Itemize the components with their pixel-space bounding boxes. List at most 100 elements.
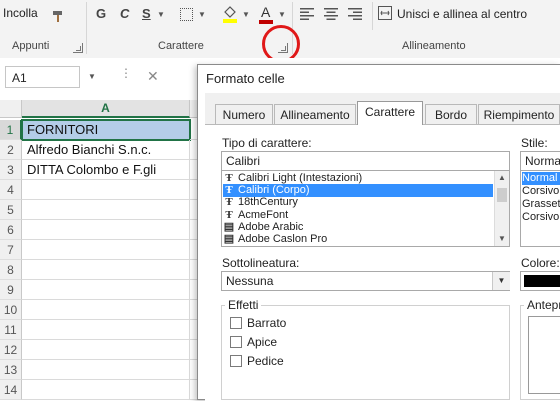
chevron-down-icon[interactable]: ▼ [88, 72, 96, 81]
style-list-item[interactable]: Corsivo [522, 185, 560, 198]
row-header[interactable]: 13 [0, 360, 22, 380]
tab-allineamento[interactable]: Allineamento [274, 104, 356, 124]
opentype-font-icon: ▤ [223, 233, 235, 245]
clipboard-launcher-icon[interactable] [73, 43, 83, 53]
cell-a2[interactable]: Alfredo Bianchi S.n.c. [22, 140, 190, 160]
font-list-item-label: AcmeFont [238, 208, 289, 221]
truetype-font-icon: Ŧ [225, 184, 233, 197]
cell-a7[interactable] [22, 240, 190, 260]
cell-a13[interactable] [22, 360, 190, 380]
font-list[interactable]: Ŧ Calibri Light (Intestazioni) Ŧ Calibri (C… [221, 170, 510, 247]
tab-numero[interactable]: Numero [215, 104, 273, 124]
row-header[interactable]: 8 [0, 260, 22, 280]
effect-barrato-label[interactable]: Barrato [247, 316, 286, 330]
cell-a8[interactable] [22, 260, 190, 280]
align-left-icon[interactable] [300, 8, 314, 23]
tab-bordo[interactable]: Bordo [425, 104, 477, 124]
opentype-font-icon: ▤ [223, 220, 235, 233]
row-header[interactable]: 7 [0, 240, 22, 260]
style-input[interactable]: Normal [520, 151, 560, 171]
row-header[interactable]: 6 [0, 220, 22, 240]
group-divider [86, 2, 87, 54]
cell-a12[interactable] [22, 340, 190, 360]
style-list-item[interactable]: Normal [522, 172, 560, 185]
style-label: Stile: [521, 136, 548, 150]
font-list-item[interactable]: Ŧ Calibri (Corpo) [223, 184, 493, 198]
font-color-icon[interactable]: A [258, 3, 274, 25]
scroll-thumb[interactable] [497, 188, 507, 202]
row-header[interactable]: 1 [0, 120, 22, 140]
align-center-icon[interactable] [324, 8, 338, 23]
row-header[interactable]: 11 [0, 320, 22, 340]
effect-pedice-checkbox[interactable] [230, 355, 242, 367]
column-header-a[interactable]: A [22, 100, 190, 118]
fill-color-icon[interactable] [222, 4, 238, 24]
svg-text:A: A [261, 4, 271, 20]
font-list-item[interactable]: Ŧ Calibri Light (Intestazioni) [223, 172, 493, 185]
font-group-label: Carattere [158, 40, 204, 52]
scroll-down-icon[interactable]: ▼ [495, 232, 509, 246]
row-header[interactable]: 12 [0, 340, 22, 360]
font-list-item[interactable]: ▤ Adobe Caslon Pro [223, 233, 493, 246]
merge-center-button[interactable]: Unisci e allinea al centro [397, 7, 527, 21]
chevron-down-icon[interactable]: ▼ [278, 10, 286, 19]
name-box[interactable]: A1 [5, 66, 80, 88]
color-select[interactable] [520, 271, 560, 291]
effect-pedice-label[interactable]: Pedice [247, 354, 284, 368]
cell-a5[interactable] [22, 200, 190, 220]
font-list-item-label: Adobe Arabic [238, 220, 304, 233]
row-header[interactable]: 4 [0, 180, 22, 200]
font-list-item[interactable]: Ŧ AcmeFont [223, 209, 493, 222]
style-list[interactable]: Normal Corsivo Grasset Corsivo [520, 170, 560, 247]
row-header[interactable]: 3 [0, 160, 22, 180]
cell-a10[interactable] [22, 300, 190, 320]
font-list-item[interactable]: Ŧ 18thCentury [223, 196, 493, 209]
dialog-title: Formato celle [198, 65, 560, 93]
tab-riempimento[interactable]: Riempimento [478, 104, 560, 124]
underline-select[interactable]: Nessuna [221, 271, 510, 291]
chevron-down-icon[interactable]: ▼ [492, 272, 510, 290]
color-swatch [524, 275, 560, 287]
effect-apice-label[interactable]: Apice [247, 335, 277, 349]
row-header[interactable]: 9 [0, 280, 22, 300]
font-list-scrollbar[interactable]: ▲ ▼ [494, 171, 509, 246]
cell-a14[interactable] [22, 380, 190, 400]
row-header[interactable]: 14 [0, 380, 22, 400]
cell-a6[interactable] [22, 220, 190, 240]
cell-a9[interactable] [22, 280, 190, 300]
select-all-corner[interactable] [0, 100, 22, 118]
font-input[interactable]: Calibri [221, 151, 510, 171]
font-label: Tipo di carattere: [222, 136, 312, 150]
borders-icon[interactable] [180, 8, 193, 21]
italic-button[interactable]: C [120, 6, 129, 21]
style-list-item[interactable]: Grasset [522, 198, 560, 211]
cell-a4[interactable] [22, 180, 190, 200]
effect-barrato-checkbox[interactable] [230, 317, 242, 329]
chevron-down-icon[interactable]: ▼ [157, 10, 165, 19]
paste-button[interactable]: Incolla [3, 6, 38, 20]
chevron-down-icon[interactable]: ▼ [198, 10, 206, 19]
style-list-item[interactable]: Corsivo [522, 211, 560, 224]
format-painter-icon[interactable] [52, 10, 66, 24]
preview-box [528, 316, 560, 394]
font-list-item[interactable]: ▤ Adobe Arabic [223, 221, 493, 234]
truetype-font-icon: Ŧ [225, 196, 233, 209]
font-list-item-label: Calibri (Corpo) [238, 184, 310, 197]
align-right-icon[interactable] [348, 8, 362, 23]
merge-center-icon[interactable] [378, 6, 392, 23]
row-header[interactable]: 10 [0, 300, 22, 320]
row-header[interactable]: 2 [0, 140, 22, 160]
scroll-up-icon[interactable]: ▲ [495, 171, 509, 185]
cell-a3[interactable]: DITTA Colombo e F.gli [22, 160, 190, 180]
bold-button[interactable]: G [96, 6, 106, 21]
cancel-icon[interactable]: ✕ [147, 68, 159, 85]
cell-a11[interactable] [22, 320, 190, 340]
preview-label: Antepr [524, 298, 560, 312]
tab-carattere[interactable]: Carattere [357, 101, 423, 125]
row-header[interactable]: 5 [0, 200, 22, 220]
chevron-down-icon[interactable]: ▼ [242, 10, 250, 19]
truetype-font-icon: Ŧ [225, 208, 233, 221]
underline-button[interactable]: S [142, 6, 151, 21]
effect-apice-checkbox[interactable] [230, 336, 242, 348]
cell-a1[interactable]: FORNITORI [21, 119, 191, 141]
